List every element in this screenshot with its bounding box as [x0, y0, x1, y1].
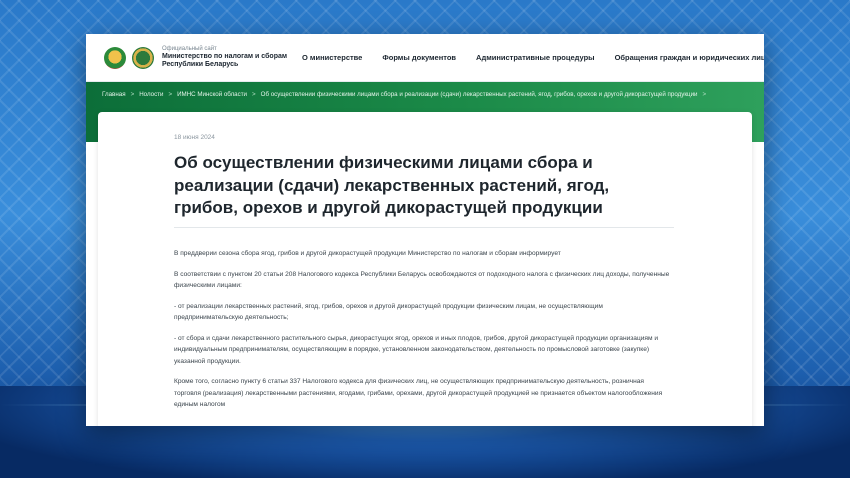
article-paragraph: В соответствии с пунктом 20 статьи 208 Н… — [174, 270, 670, 290]
breadcrumb-separator: > — [168, 91, 173, 98]
article-card: 18 июня 2024 Об осуществлении физическим… — [98, 112, 752, 426]
breadcrumb-separator: > — [130, 91, 135, 98]
article-body: В преддверии сезона сбора ягод, грибов и… — [174, 248, 670, 420]
breadcrumb: Главная > Нолости > ИМНС Минской области… — [102, 91, 711, 98]
article-date: 18 июня 2024 — [174, 134, 215, 141]
nav-forms[interactable]: Формы документов — [382, 53, 456, 62]
article-paragraph: - от сбора и сдачи лекарственного растит… — [174, 334, 659, 365]
breadcrumb-news[interactable]: Нолости — [139, 91, 163, 98]
title-divider — [174, 227, 674, 228]
site-identity[interactable]: Официальный сайт Министерство по налогам… — [162, 46, 302, 70]
browser-screen: Официальный сайт Министерство по налогам… — [86, 34, 764, 426]
ministry-seal-icon[interactable] — [132, 46, 154, 69]
breadcrumb-region[interactable]: ИМНС Минской области — [177, 91, 247, 98]
breadcrumb-current: Об осуществлении физическими лицами сбор… — [260, 91, 698, 98]
breadcrumb-separator: > — [252, 91, 256, 98]
nav-appeals[interactable]: Обращения граждан и юридических лиц — [615, 53, 764, 62]
site-header: Официальный сайт Министерство по налогам… — [86, 34, 764, 82]
nav-about[interactable]: О министерстве — [302, 53, 362, 62]
breadcrumb-separator: > — [702, 91, 707, 98]
article-paragraph: Кроме того, согласно пункту 6 статьи 337… — [174, 378, 663, 409]
nav-admin-procedures[interactable]: Административные процедуры — [476, 53, 595, 62]
article-title: Об осуществлении физическими лицами сбор… — [174, 153, 610, 218]
article-paragraph: - от реализации лекарственных растений, … — [174, 302, 603, 322]
breadcrumb-home[interactable]: Главная — [102, 91, 126, 98]
main-nav: О министерстве Формы документов Админист… — [302, 53, 764, 62]
site-title: Министерство по налогам и сборам Республ… — [162, 52, 288, 69]
article-paragraph: В преддверии сезона сбора ягод, грибов и… — [174, 250, 561, 257]
state-emblem-icon[interactable] — [104, 46, 126, 69]
site-kicker: Официальный сайт — [162, 45, 217, 52]
